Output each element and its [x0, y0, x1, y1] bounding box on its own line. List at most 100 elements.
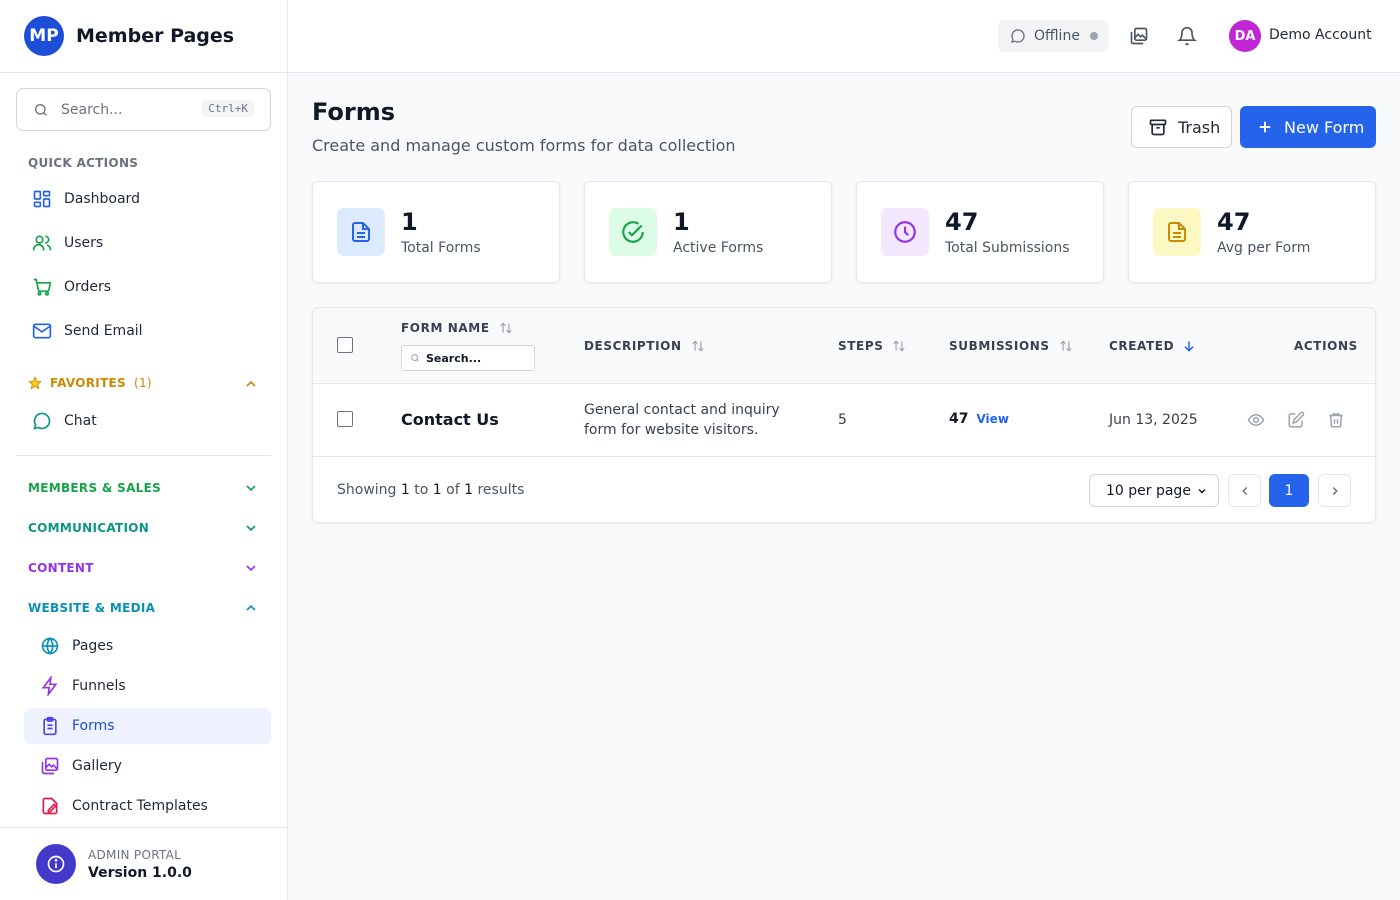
stat-value: 47: [1217, 208, 1251, 236]
showing-to-word: to: [414, 482, 429, 498]
chat-icon: [32, 411, 52, 431]
quick-actions-label: QUICK ACTIONS: [28, 156, 139, 170]
form-submissions: 47 View: [949, 411, 1009, 427]
forms-table: FORM NAME Search... DESCRIPTION STEPS SU…: [312, 307, 1376, 523]
stat-icon-box: [337, 208, 385, 256]
sidebar-item-label: Gallery: [72, 758, 122, 774]
arrow-down-icon[interactable]: [1174, 339, 1196, 353]
brand-name: Member Pages: [76, 25, 235, 47]
row-checkbox[interactable]: [337, 411, 353, 427]
form-name-link[interactable]: Contact Us: [401, 410, 499, 429]
group-website-media[interactable]: WEBSITE & MEDIA: [28, 601, 155, 615]
avatar[interactable]: DA: [1229, 20, 1261, 52]
select-all-checkbox[interactable]: [337, 337, 353, 353]
status-badge[interactable]: Offline: [998, 20, 1109, 52]
group-communication[interactable]: COMMUNICATION: [28, 521, 149, 535]
sidebar-item-pages[interactable]: Pages: [24, 628, 271, 664]
account-name[interactable]: Demo Account: [1269, 27, 1372, 43]
topbar: Offline DA Demo Account: [288, 0, 1400, 73]
document-icon: [349, 220, 373, 244]
group-members-sales[interactable]: MEMBERS & SALES: [28, 481, 161, 495]
group-content[interactable]: CONTENT: [28, 561, 94, 575]
clock-icon: [892, 219, 918, 245]
contract-icon: [40, 796, 60, 816]
chevron-up-icon[interactable]: [243, 376, 259, 392]
brand-logo: MP: [24, 16, 64, 56]
column-header-submissions[interactable]: SUBMISSIONS: [949, 339, 1074, 353]
star-icon: [28, 376, 42, 390]
eye-icon[interactable]: [1247, 411, 1265, 429]
brand[interactable]: MP Member Pages: [0, 0, 287, 73]
sort-icon[interactable]: [883, 339, 907, 353]
sidebar-item-send-email[interactable]: Send Email: [24, 313, 271, 349]
sidebar-item-label: Contract Templates: [72, 798, 208, 814]
search-shortcut: Ctrl+K: [202, 100, 254, 117]
column-header-description[interactable]: DESCRIPTION: [584, 339, 706, 353]
sidebar-item-gallery[interactable]: Gallery: [24, 748, 271, 784]
column-label: FORM NAME: [401, 321, 490, 335]
chevron-down-icon[interactable]: [243, 520, 259, 536]
sidebar-item-users[interactable]: Users: [24, 225, 271, 261]
search-placeholder: Search...: [61, 101, 123, 118]
form-description: General contact and inquiry form for web…: [584, 402, 780, 438]
sidebar-item-chat[interactable]: Chat: [24, 403, 271, 439]
form-name-filter-input[interactable]: Search...: [401, 345, 535, 371]
footer-label: ADMIN PORTAL: [88, 847, 182, 862]
sidebar-item-funnels[interactable]: Funnels: [24, 668, 271, 704]
table-header: FORM NAME Search... DESCRIPTION STEPS SU…: [313, 308, 1375, 384]
new-form-button[interactable]: New Form: [1240, 106, 1376, 148]
showing-prefix: Showing: [337, 482, 397, 498]
sort-icon[interactable]: [1050, 339, 1074, 353]
sidebar-item-label: Users: [64, 235, 104, 251]
status-dot: [1089, 32, 1098, 40]
column-header-steps[interactable]: STEPS: [838, 339, 907, 353]
chevron-down-icon[interactable]: [243, 560, 259, 576]
column-header-form-name[interactable]: FORM NAME: [401, 321, 514, 335]
view-submissions-link[interactable]: View: [976, 412, 1008, 426]
next-page-button[interactable]: [1318, 474, 1351, 507]
chevron-right-icon: [1328, 484, 1342, 498]
mail-icon: [32, 321, 52, 341]
stat-icon-box: [881, 208, 929, 256]
chevron-down-icon[interactable]: [243, 480, 259, 496]
bell-icon[interactable]: [1177, 26, 1197, 46]
showing-suffix: results: [477, 482, 525, 498]
sidebar-item-dashboard[interactable]: Dashboard: [24, 181, 271, 217]
trash-button[interactable]: Trash: [1131, 106, 1232, 148]
per-page-select[interactable]: 10 per page: [1089, 474, 1219, 507]
sidebar-item-label: Orders: [64, 279, 112, 295]
sidebar-item-forms[interactable]: Forms: [24, 708, 271, 744]
search-icon: [33, 102, 49, 118]
column-label: ACTIONS: [1294, 339, 1358, 353]
archive-icon: [1148, 117, 1178, 137]
stat-value: 1: [401, 208, 418, 236]
page-subtitle: Create and manage custom forms for data …: [312, 136, 736, 155]
pagination-summary: Showing 1 to 1 of 1 results: [337, 482, 524, 498]
sidebar-item-contract-templates[interactable]: Contract Templates: [24, 788, 271, 824]
showing-to: 1: [432, 482, 442, 498]
delete-icon[interactable]: [1327, 411, 1345, 429]
showing-of-word: of: [446, 482, 460, 498]
check-circle-icon: [620, 219, 646, 245]
sort-icon[interactable]: [682, 339, 706, 353]
sort-icon[interactable]: [490, 321, 514, 335]
table-row[interactable]: Contact Us General contact and inquiry f…: [313, 385, 1375, 457]
stat-card-avg-per-form: 47 Avg per Form: [1128, 181, 1376, 283]
media-icon[interactable]: [1129, 26, 1149, 46]
sidebar-footer: ADMIN PORTAL Version 1.0.0: [0, 827, 287, 900]
edit-icon[interactable]: [1287, 411, 1305, 429]
column-header-actions: ACTIONS: [1294, 339, 1358, 353]
sidebar-item-label: Funnels: [72, 678, 126, 694]
showing-total: 1: [464, 482, 474, 498]
column-header-created[interactable]: CREATED: [1109, 339, 1196, 353]
page-button-current[interactable]: 1: [1269, 474, 1309, 507]
sidebar-search-input[interactable]: Search... Ctrl+K: [16, 88, 271, 131]
column-label: DESCRIPTION: [584, 339, 682, 353]
chevron-up-icon[interactable]: [243, 600, 259, 616]
sidebar-item-orders[interactable]: Orders: [24, 269, 271, 305]
favorites-header[interactable]: FAVORITES (1): [28, 376, 152, 390]
stat-value: 1: [673, 208, 690, 236]
prev-page-button[interactable]: [1228, 474, 1261, 507]
cart-icon: [32, 277, 52, 297]
stat-card-total-forms: 1 Total Forms: [312, 181, 560, 283]
